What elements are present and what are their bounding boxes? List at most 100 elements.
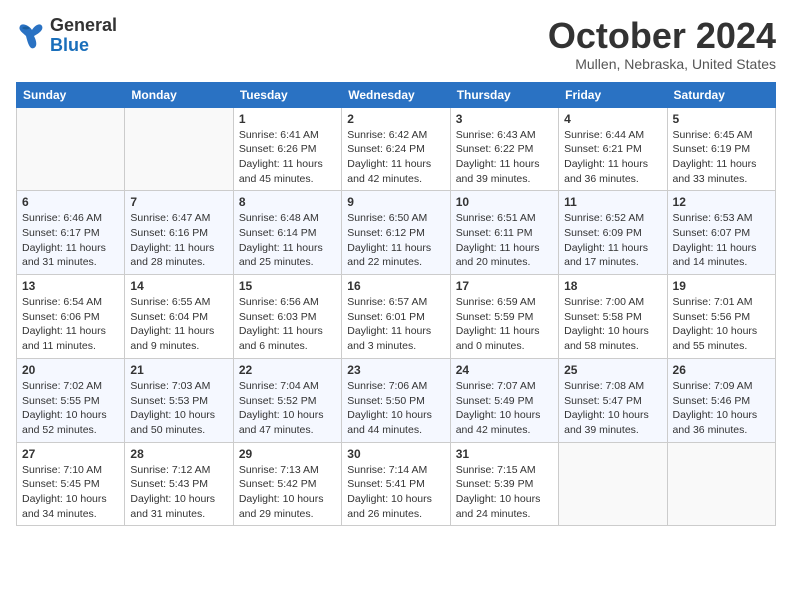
logo-general-text: General [50,15,117,35]
day-info: Sunrise: 6:47 AM Sunset: 6:16 PM Dayligh… [130,211,227,270]
month-title: October 2024 [548,16,776,56]
calendar-cell: 12 Sunrise: 6:53 AM Sunset: 6:07 PM Dayli… [667,191,775,275]
day-number: 15 [239,279,336,293]
day-info: Sunrise: 6:46 AM Sunset: 6:17 PM Dayligh… [22,211,119,270]
calendar-cell [559,442,667,526]
day-info: Sunrise: 6:51 AM Sunset: 6:11 PM Dayligh… [456,211,553,270]
day-info: Sunrise: 6:41 AM Sunset: 6:26 PM Dayligh… [239,128,336,187]
day-number: 14 [130,279,227,293]
calendar-table: SundayMondayTuesdayWednesdayThursdayFrid… [16,82,776,527]
calendar-cell: 18Sunrise: 7:00 AM Sunset: 5:58 PM Dayli… [559,275,667,359]
day-info: Sunrise: 7:02 AM Sunset: 5:55 PM Dayligh… [22,379,119,438]
logo-bird-icon [16,22,46,50]
day-info: Sunrise: 7:12 AM Sunset: 5:43 PM Dayligh… [130,463,227,522]
day-number: 10 [456,195,553,209]
calendar-week-row: 27 Sunrise: 7:10 AM Sunset: 5:45 PM Dayli… [17,442,776,526]
calendar-cell: 15Sunrise: 6:56 AM Sunset: 6:03 PM Dayli… [233,275,341,359]
day-number: 30 [347,447,444,461]
day-number: 6 [22,195,119,209]
day-info: Sunrise: 7:09 AM Sunset: 5:46 PM Dayligh… [673,379,770,438]
day-info: Sunrise: 6:54 AM Sunset: 6:06 PM Dayligh… [22,295,119,354]
calendar-week-row: 13 Sunrise: 6:54 AM Sunset: 6:06 PM Dayli… [17,275,776,359]
calendar-cell: 30 Sunrise: 7:14 AM Sunset: 5:41 PM Dayli… [342,442,450,526]
day-number: 27 [22,447,119,461]
calendar-week-row: 1 Sunrise: 6:41 AM Sunset: 6:26 PM Daylig… [17,107,776,191]
day-of-week-header: Sunday [17,82,125,107]
day-number: 8 [239,195,336,209]
calendar-cell [667,442,775,526]
day-of-week-header: Thursday [450,82,558,107]
day-info: Sunrise: 6:44 AM Sunset: 6:21 PM Dayligh… [564,128,661,187]
day-info: Sunrise: 6:55 AM Sunset: 6:04 PM Dayligh… [130,295,227,354]
day-number: 21 [130,363,227,377]
logo-blue-text: Blue [50,35,89,55]
calendar-cell [125,107,233,191]
calendar-header-row: SundayMondayTuesdayWednesdayThursdayFrid… [17,82,776,107]
calendar-cell: 3 Sunrise: 6:43 AM Sunset: 6:22 PM Daylig… [450,107,558,191]
calendar-cell: 26 Sunrise: 7:09 AM Sunset: 5:46 PM Dayli… [667,358,775,442]
day-number: 19 [673,279,770,293]
day-info: Sunrise: 6:42 AM Sunset: 6:24 PM Dayligh… [347,128,444,187]
day-number: 3 [456,112,553,126]
day-number: 31 [456,447,553,461]
day-info: Sunrise: 7:03 AM Sunset: 5:53 PM Dayligh… [130,379,227,438]
calendar-cell: 14 Sunrise: 6:55 AM Sunset: 6:04 PM Dayli… [125,275,233,359]
calendar-cell: 5Sunrise: 6:45 AM Sunset: 6:19 PM Daylig… [667,107,775,191]
calendar-cell: 29Sunrise: 7:13 AM Sunset: 5:42 PM Dayli… [233,442,341,526]
calendar-cell: 23 Sunrise: 7:06 AM Sunset: 5:50 PM Dayli… [342,358,450,442]
day-number: 22 [239,363,336,377]
day-number: 24 [456,363,553,377]
calendar-cell: 17 Sunrise: 6:59 AM Sunset: 5:59 PM Dayli… [450,275,558,359]
day-info: Sunrise: 7:10 AM Sunset: 5:45 PM Dayligh… [22,463,119,522]
calendar-cell: 2 Sunrise: 6:42 AM Sunset: 6:24 PM Daylig… [342,107,450,191]
calendar-cell: 4Sunrise: 6:44 AM Sunset: 6:21 PM Daylig… [559,107,667,191]
day-of-week-header: Saturday [667,82,775,107]
calendar-cell: 13 Sunrise: 6:54 AM Sunset: 6:06 PM Dayli… [17,275,125,359]
calendar-cell: 22 Sunrise: 7:04 AM Sunset: 5:52 PM Dayli… [233,358,341,442]
day-of-week-header: Friday [559,82,667,107]
day-info: Sunrise: 6:43 AM Sunset: 6:22 PM Dayligh… [456,128,553,187]
location-text: Mullen, Nebraska, United States [548,56,776,72]
day-info: Sunrise: 6:45 AM Sunset: 6:19 PM Dayligh… [673,128,770,187]
calendar-cell: 8 Sunrise: 6:48 AM Sunset: 6:14 PM Daylig… [233,191,341,275]
calendar-cell: 16Sunrise: 6:57 AM Sunset: 6:01 PM Dayli… [342,275,450,359]
day-number: 12 [673,195,770,209]
calendar-cell: 20 Sunrise: 7:02 AM Sunset: 5:55 PM Dayli… [17,358,125,442]
title-block: October 2024 Mullen, Nebraska, United St… [548,16,776,72]
day-number: 9 [347,195,444,209]
logo: General Blue [16,16,117,56]
day-info: Sunrise: 6:48 AM Sunset: 6:14 PM Dayligh… [239,211,336,270]
calendar-cell [17,107,125,191]
day-info: Sunrise: 6:59 AM Sunset: 5:59 PM Dayligh… [456,295,553,354]
day-number: 20 [22,363,119,377]
calendar-week-row: 20 Sunrise: 7:02 AM Sunset: 5:55 PM Dayli… [17,358,776,442]
day-number: 13 [22,279,119,293]
day-number: 11 [564,195,661,209]
day-of-week-header: Wednesday [342,82,450,107]
day-number: 26 [673,363,770,377]
day-number: 2 [347,112,444,126]
calendar-cell: 1 Sunrise: 6:41 AM Sunset: 6:26 PM Daylig… [233,107,341,191]
day-number: 25 [564,363,661,377]
day-info: Sunrise: 6:53 AM Sunset: 6:07 PM Dayligh… [673,211,770,270]
day-info: Sunrise: 7:00 AM Sunset: 5:58 PM Dayligh… [564,295,661,354]
calendar-container: General Blue October 2024 Mullen, Nebras… [0,0,792,536]
day-info: Sunrise: 7:14 AM Sunset: 5:41 PM Dayligh… [347,463,444,522]
calendar-cell: 28 Sunrise: 7:12 AM Sunset: 5:43 PM Dayli… [125,442,233,526]
day-number: 17 [456,279,553,293]
day-number: 28 [130,447,227,461]
day-info: Sunrise: 6:57 AM Sunset: 6:01 PM Dayligh… [347,295,444,354]
calendar-cell: 6 Sunrise: 6:46 AM Sunset: 6:17 PM Daylig… [17,191,125,275]
day-info: Sunrise: 7:04 AM Sunset: 5:52 PM Dayligh… [239,379,336,438]
day-number: 23 [347,363,444,377]
header-row: General Blue October 2024 Mullen, Nebras… [16,16,776,72]
day-of-week-header: Monday [125,82,233,107]
calendar-cell: 24 Sunrise: 7:07 AM Sunset: 5:49 PM Dayli… [450,358,558,442]
day-number: 7 [130,195,227,209]
day-info: Sunrise: 7:01 AM Sunset: 5:56 PM Dayligh… [673,295,770,354]
calendar-cell: 27 Sunrise: 7:10 AM Sunset: 5:45 PM Dayli… [17,442,125,526]
day-info: Sunrise: 7:06 AM Sunset: 5:50 PM Dayligh… [347,379,444,438]
day-info: Sunrise: 7:07 AM Sunset: 5:49 PM Dayligh… [456,379,553,438]
day-number: 1 [239,112,336,126]
calendar-cell: 31Sunrise: 7:15 AM Sunset: 5:39 PM Dayli… [450,442,558,526]
